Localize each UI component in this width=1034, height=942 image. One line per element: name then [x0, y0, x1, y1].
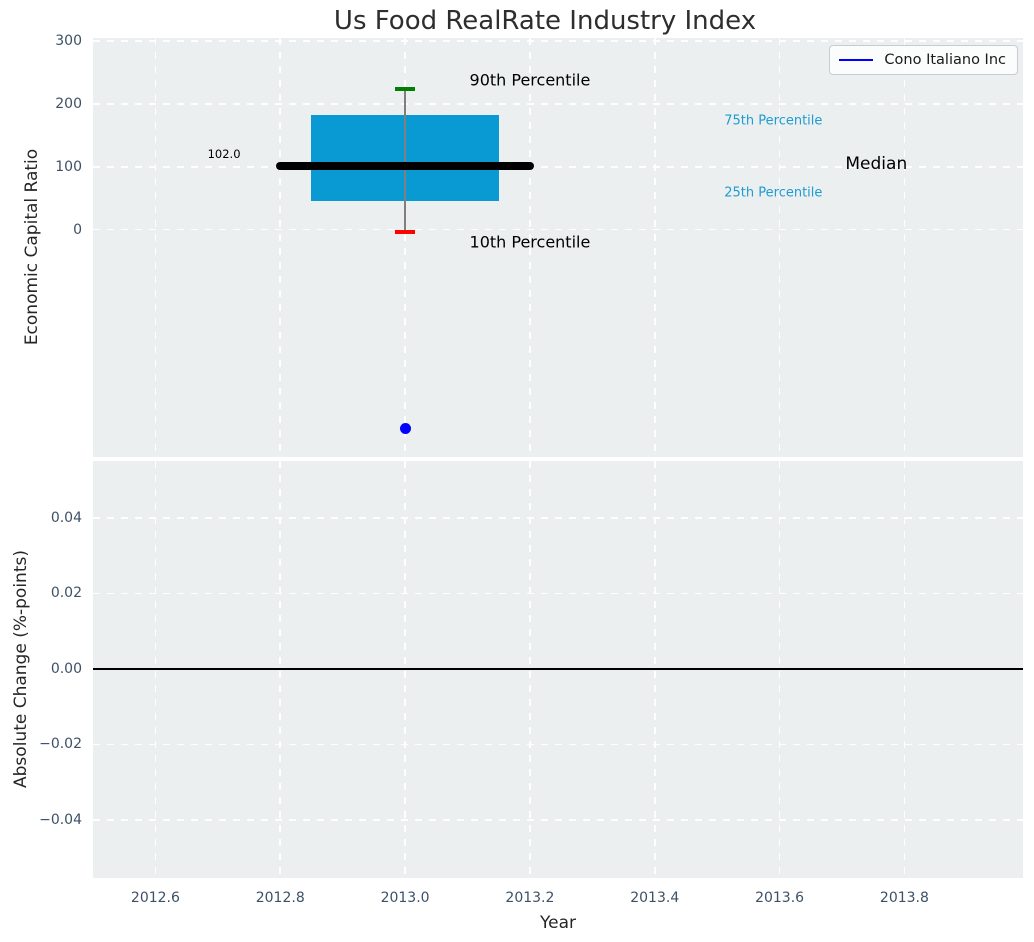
legend-label: Cono Italiano Inc	[884, 52, 1006, 68]
median-line	[276, 161, 534, 170]
p90-cap	[395, 87, 416, 91]
zero-line	[93, 668, 1023, 670]
y-axis-label-top: Economic Capital Ratio	[22, 148, 42, 346]
median-annotation: Median	[845, 154, 908, 175]
gridline-horizontal	[93, 743, 1023, 746]
x-tick-label: 2013.0	[380, 890, 430, 906]
p10-annotation: 10th Percentile	[469, 232, 591, 252]
y-tick-label: 0.02	[50, 585, 82, 602]
y-tick-label: −0.02	[39, 736, 82, 753]
legend: Cono Italiano Inc	[829, 45, 1018, 75]
gridline-vertical	[154, 38, 157, 457]
y-tick-label: 0.00	[50, 660, 82, 677]
x-tick-label: 2013.4	[630, 890, 680, 906]
gridline-vertical	[778, 38, 781, 457]
gridline-vertical	[653, 38, 656, 457]
legend-line-swatch	[839, 58, 874, 62]
gridline-vertical	[279, 38, 282, 457]
y-tick-label: 0.04	[50, 509, 82, 526]
top-plot-area: 90th Percentile 75th Percentile Median 25th…	[93, 38, 1023, 457]
chart-title: Us Food RealRate Industry Index	[333, 6, 757, 36]
x-tick-label: 2013.2	[505, 890, 555, 906]
gridline-horizontal	[93, 103, 1023, 105]
x-tick-label: 2012.8	[255, 890, 305, 906]
bottom-plot-area	[93, 461, 1023, 878]
y-tick-label: 200	[55, 95, 82, 112]
gridline-vertical	[903, 38, 906, 457]
company-point-marker	[399, 422, 411, 434]
p75-annotation: 75th Percentile	[724, 113, 823, 129]
gridline-horizontal	[93, 228, 1023, 231]
x-axis-label: Year	[540, 913, 576, 933]
whisker-line	[404, 88, 407, 233]
p25-annotation: 25th Percentile	[724, 185, 823, 201]
chart-figure: Us Food RealRate Industry Index Economic…	[0, 0, 1034, 942]
x-tick-label: 2013.6	[755, 890, 805, 906]
median-value-annotation: 102.0	[207, 146, 241, 161]
x-tick-label: 2012.6	[130, 890, 180, 906]
p10-cap	[395, 230, 416, 234]
y-axis-label-bottom: Absolute Change (%-points)	[11, 550, 31, 788]
gridline-horizontal	[93, 819, 1023, 821]
y-tick-label: 300	[55, 33, 82, 50]
y-tick-label: −0.04	[39, 811, 82, 828]
p90-annotation: 90th Percentile	[469, 70, 591, 90]
gridline-horizontal	[93, 517, 1023, 519]
x-tick-label: 2013.8	[879, 890, 929, 906]
gridline-horizontal	[93, 40, 1023, 42]
gridline-horizontal	[93, 592, 1023, 595]
